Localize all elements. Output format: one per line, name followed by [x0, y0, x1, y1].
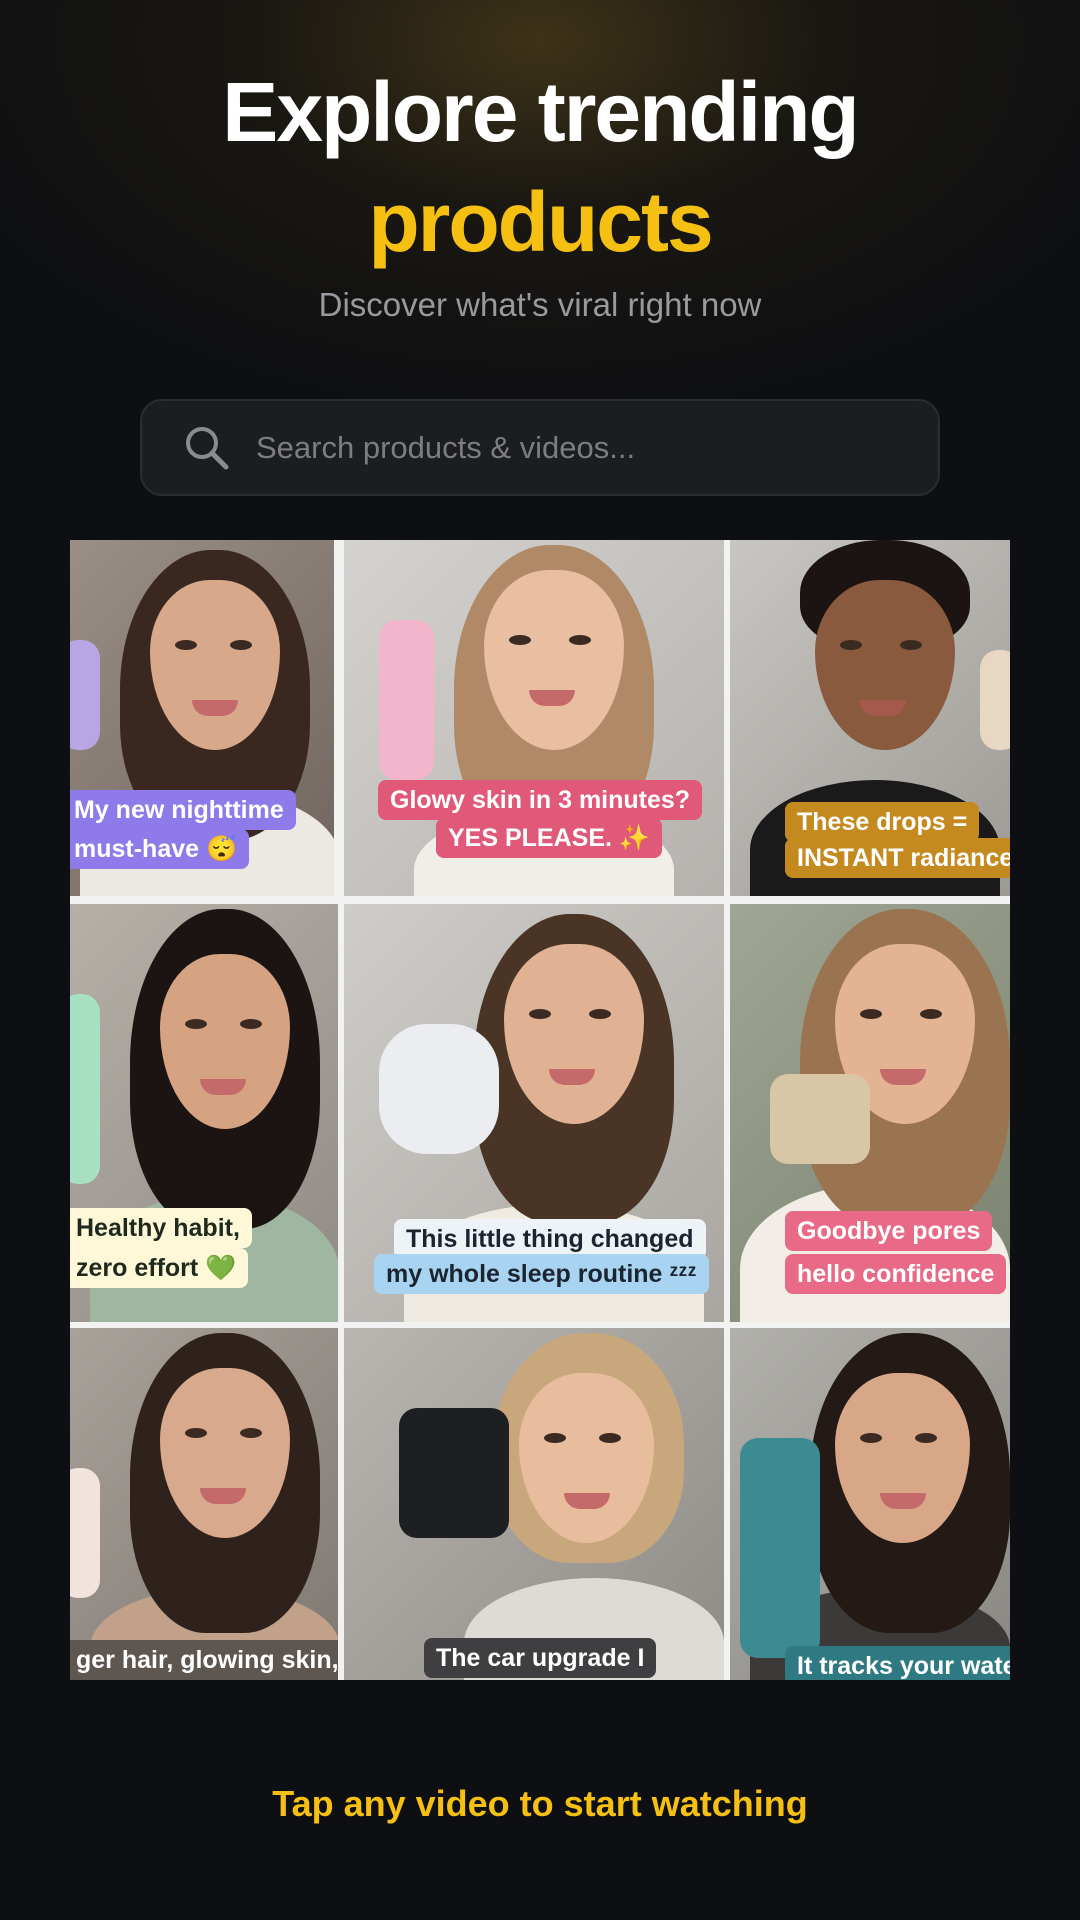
page-title: Explore trending [222, 65, 859, 159]
video-tile[interactable]: My new nighttime must-have 😴 [70, 540, 334, 896]
page-header: Explore trending products Discover what'… [0, 62, 1080, 324]
video-caption: This little thing changed [394, 1219, 706, 1259]
video-tile[interactable]: It tracks your water [730, 1328, 1010, 1680]
video-caption: zero effort 💚 [70, 1248, 249, 1288]
search-input[interactable] [256, 417, 938, 478]
video-tile[interactable]: The car upgrade I [344, 1328, 724, 1680]
search-bar[interactable] [140, 399, 940, 496]
watch-cta: Tap any video to start watching [272, 1783, 808, 1824]
video-caption: Glowy skin in 3 minutes? [378, 780, 703, 820]
video-caption: INSTANT radiance [785, 838, 1010, 878]
video-tile[interactable]: Goodbye pores hello confidence [730, 904, 1010, 1322]
video-caption: These drops = [785, 802, 980, 842]
video-tile[interactable]: ger hair, glowing skin, [70, 1328, 338, 1680]
video-caption: Goodbye pores [785, 1211, 993, 1251]
video-tile[interactable]: This little thing changed my whole sleep… [344, 904, 724, 1322]
video-caption: hello confidence [785, 1254, 1007, 1294]
video-caption: my whole sleep routine ᶻᶻᶻ [374, 1254, 709, 1294]
video-caption: ger hair, glowing skin, [70, 1640, 338, 1680]
page-subtitle: Discover what's viral right now [318, 286, 762, 323]
video-tile[interactable]: These drops = INSTANT radiance [730, 540, 1010, 896]
video-caption: It tracks your water [785, 1646, 1010, 1680]
video-caption: Healthy habit, [70, 1208, 252, 1248]
video-tile[interactable]: Healthy habit, zero effort 💚 [70, 904, 338, 1322]
video-caption: My new nighttime [70, 790, 296, 830]
video-caption: must-have 😴 [70, 829, 250, 869]
video-grid: My new nighttime must-have 😴 Glowy skin … [70, 540, 1010, 1680]
page-title-highlight: products [368, 175, 713, 269]
video-caption: YES PLEASE. ✨ [436, 818, 663, 858]
video-caption: The car upgrade I [424, 1638, 657, 1678]
search-icon [186, 426, 229, 469]
video-tile[interactable]: Glowy skin in 3 minutes? YES PLEASE. ✨ [344, 540, 724, 896]
